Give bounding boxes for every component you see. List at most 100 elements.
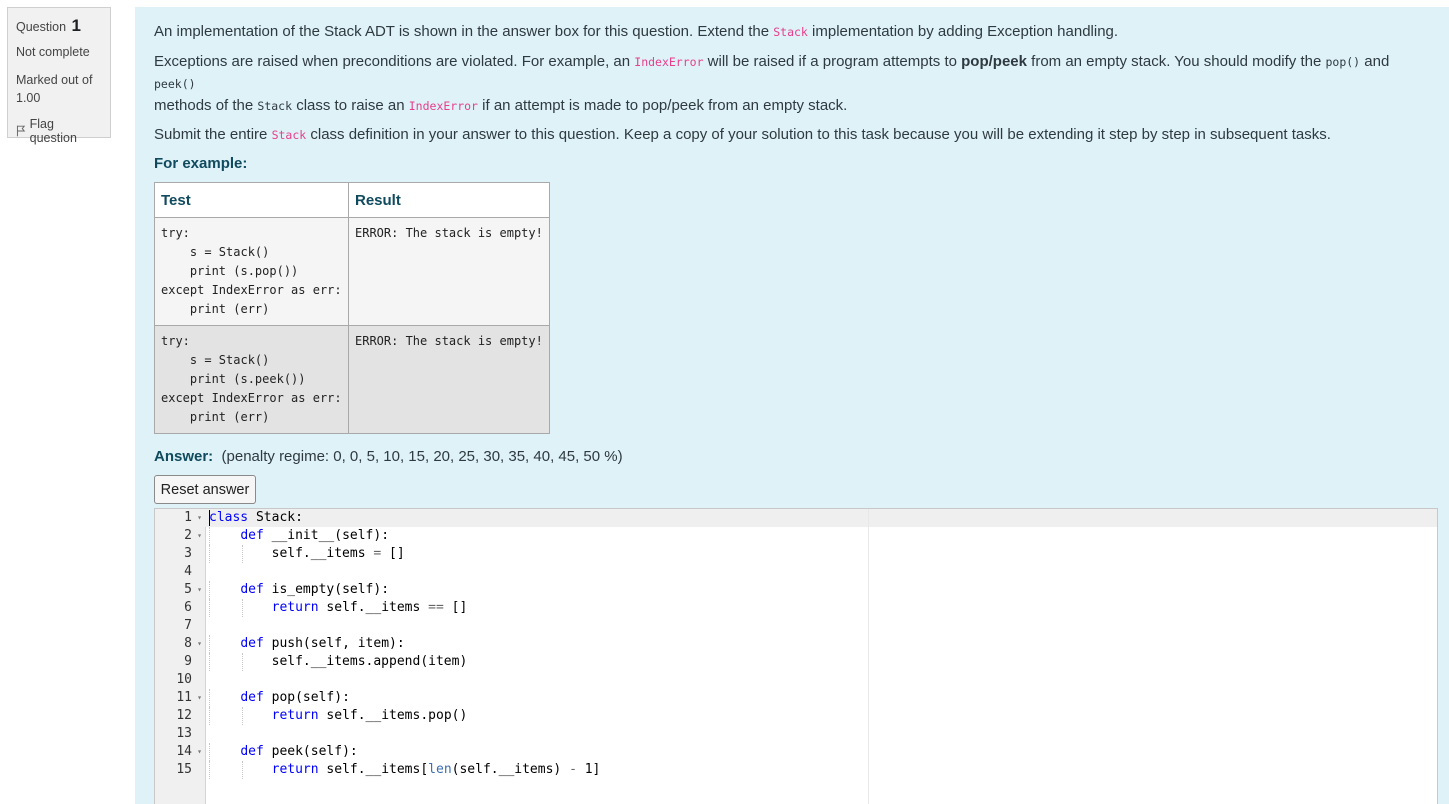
reset-answer-button[interactable]: Reset answer [154,475,256,504]
penalty-regime: (penalty regime: 0, 0, 5, 10, 15, 20, 25… [221,448,623,465]
text: if an attempt is made to pop/peek from a… [478,97,848,114]
result-cell: ERROR: The stack is empty! [348,217,550,326]
result-text: ERROR: The stack is empty! [355,334,543,348]
line-number-text: 1 [184,510,192,525]
text: from an empty stack. You should modify t… [1026,53,1326,70]
line-number: 11 ▾ [155,689,205,707]
inline-code: Stack [257,99,293,113]
active-line-highlight [205,509,1437,527]
code-line[interactable]: return self.__items == [] [209,599,468,617]
text: class definition in your answer to this … [306,126,1331,143]
inline-code: pop() [1325,55,1361,69]
indent-guide [241,545,243,563]
answer-label: Answer: [154,448,214,465]
line-number-text: 12 [176,708,192,723]
header-test: Test [154,182,349,218]
code-line[interactable]: return self.__items[len(self.__items) - … [209,761,601,779]
code-line[interactable]: self.__items = [] [209,545,405,563]
line-number: 5 ▾ [155,581,205,599]
inline-code: Stack [773,25,808,39]
inline-code: IndexError [634,55,704,69]
line-number: 12 [155,707,205,725]
text: will be raised if a program attempts to [703,53,962,70]
indent-guide [241,653,243,671]
text: Submit the entire [154,126,272,143]
line-number: 3 [155,545,205,563]
question-prefix: Question [16,20,67,34]
line-number-text: 11 [176,690,192,705]
code-line[interactable]: def is_empty(self): [209,581,389,599]
question-info-panel: Question 1 Not complete Marked out of 1.… [7,7,111,145]
question-content: An implementation of the Stack ADT is sh… [135,7,1449,804]
question-paragraph-1: An implementation of the Stack ADT is sh… [154,21,1430,43]
bold-text: pop/peek [961,53,1027,70]
result-text: ERROR: The stack is empty! [355,226,543,240]
test-cell: try: s = Stack() print (s.peek()) except… [154,325,349,434]
text: class to raise an [292,97,409,114]
table-row: try: s = Stack() print (s.peek()) except… [154,325,550,434]
indent-guide [209,689,210,707]
indent-guide [209,581,210,599]
question-paragraph-2: Exceptions are raised when preconditions… [154,51,1430,117]
text: An implementation of the Stack ADT is sh… [154,23,774,40]
line-number: 14 ▾ [155,743,205,761]
code-line[interactable]: def __init__(self): [209,527,389,545]
line-number-text: 3 [184,546,192,561]
line-number: 1 ▾ [155,509,205,527]
line-number-text: 2 [184,528,192,543]
line-number: 8 ▾ [155,635,205,653]
text: Exceptions are raised when preconditions… [154,53,635,70]
test-code: try: s = Stack() print (s.pop()) except … [161,226,342,316]
indent-guide [241,599,243,617]
code-line[interactable]: def peek(self): [209,743,357,761]
line-number-text: 7 [184,618,192,633]
line-number-text: 6 [184,600,192,615]
question-marks: Marked out of 1.00 [16,73,93,105]
line-number-text: 4 [184,564,192,579]
fold-arrow-icon[interactable]: ▾ [197,509,202,527]
line-number-text: 13 [176,726,192,741]
fold-arrow-icon[interactable]: ▾ [197,689,202,707]
inline-code: peek() [154,77,196,91]
code-line[interactable]: class Stack: [209,509,303,527]
indent-guide [209,545,210,563]
indent-guide [209,635,210,653]
fold-arrow-icon[interactable]: ▾ [197,743,202,761]
print-margin [868,509,869,804]
examples-header-row: Test Result [154,182,550,218]
indent-guide [241,761,243,779]
test-code: try: s = Stack() print (s.peek()) except… [161,334,342,424]
indent-guide [209,527,210,545]
for-example-heading: For example: [154,155,248,172]
text-cursor [209,510,210,526]
code-line[interactable]: self.__items.append(item) [209,653,468,671]
question-number: 1 [71,16,81,35]
header-result: Result [348,182,550,218]
fold-arrow-icon[interactable]: ▾ [197,635,202,653]
code-editor[interactable]: 1 ▾ class Stack: 2 ▾ def __init__(self): 3 se… [154,508,1438,804]
line-number: 2 ▾ [155,527,205,545]
inline-code: IndexError [408,99,478,113]
line-number: 9 [155,653,205,671]
code-line[interactable]: def pop(self): [209,689,350,707]
text: methods of the [154,97,258,114]
indent-guide [209,653,210,671]
inline-code: Stack [271,128,307,142]
examples-table: Test Result try: s = Stack() print (s.po… [154,182,550,434]
code-line[interactable]: def push(self, item): [209,635,404,653]
line-number: 15 [155,761,205,779]
line-number-text: 10 [176,672,192,687]
line-number-text: 8 [184,636,192,651]
line-number-text: 5 [184,582,192,597]
indent-guide [209,761,210,779]
indent-guide [241,707,243,725]
fold-arrow-icon[interactable]: ▾ [197,527,202,545]
flag-question-button[interactable]: Flag question [16,117,102,145]
flag-icon [16,125,26,137]
test-cell: try: s = Stack() print (s.pop()) except … [154,217,349,326]
question-paragraph-3: Submit the entire Stack class definition… [154,124,1430,146]
code-line[interactable]: return self.__items.pop() [209,707,468,725]
indent-guide [209,743,210,761]
indent-guide [209,599,210,617]
fold-arrow-icon[interactable]: ▾ [197,581,202,599]
